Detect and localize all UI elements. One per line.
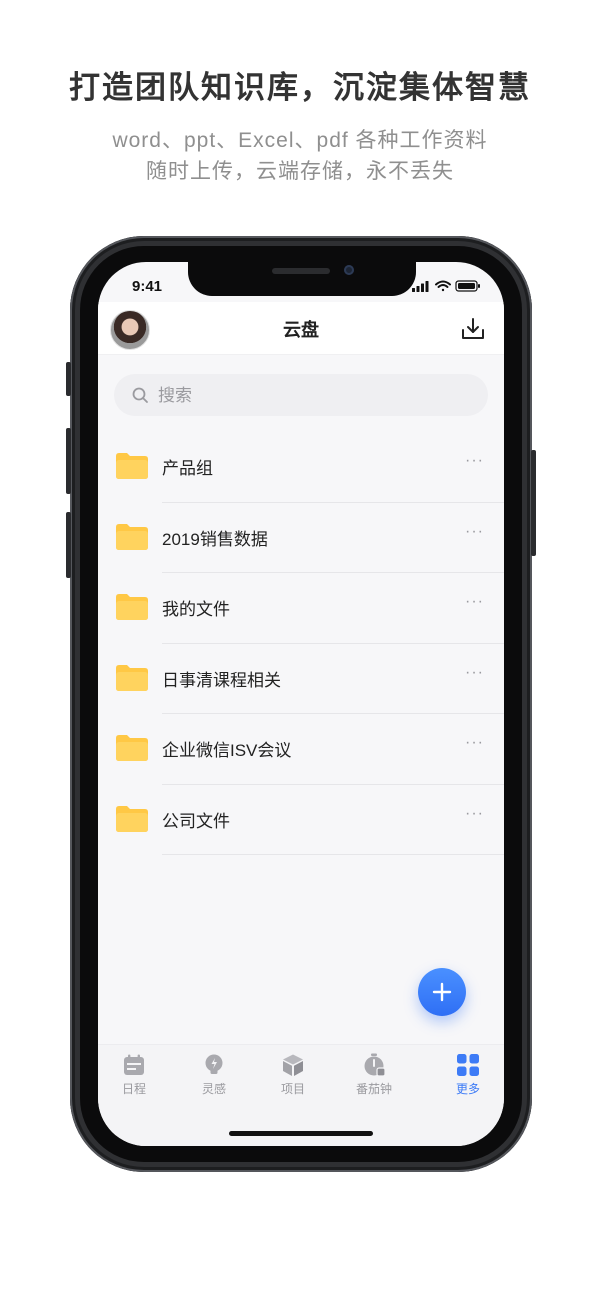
search-icon (132, 387, 148, 403)
download-icon[interactable] (460, 316, 486, 342)
list-item[interactable]: 2019销售数据 ··· (98, 503, 504, 573)
wifi-icon (435, 280, 451, 292)
promo-subline-2: 随时上传，云端存储，永不丢失 (146, 160, 454, 183)
folder-name: 企业微信ISV会议 (162, 741, 292, 760)
signal-icon (412, 281, 429, 292)
more-icon[interactable]: ··· (465, 805, 484, 823)
folder-icon (116, 805, 148, 832)
folder-name: 我的文件 (162, 600, 230, 619)
folder-icon (116, 664, 148, 691)
tab-label: 番茄钟 (355, 1082, 392, 1096)
phone-silent-switch (66, 362, 71, 396)
promo-subline-1: word、ppt、Excel、pdf 各种工作资料 (112, 129, 488, 152)
tab-inspiration[interactable]: 灵感 (179, 1053, 249, 1097)
divider (162, 854, 504, 855)
folder-name: 2019销售数据 (162, 529, 268, 549)
more-icon[interactable]: ··· (465, 523, 484, 541)
tab-schedule[interactable]: 日程 (99, 1053, 169, 1097)
tab-label: 日程 (121, 1082, 146, 1096)
tab-label: 灵感 (201, 1082, 226, 1096)
list-item[interactable]: 日事清课程相关 ··· (98, 644, 504, 714)
list-item[interactable]: 公司文件 ··· (98, 785, 504, 855)
tab-more[interactable]: 更多 (433, 1053, 503, 1097)
timer-icon (364, 1053, 386, 1077)
add-button[interactable] (418, 968, 466, 1016)
front-camera (344, 265, 354, 275)
more-icon[interactable]: ··· (465, 452, 484, 470)
folder-name: 日事清课程相关 (162, 670, 281, 690)
box-icon (283, 1054, 303, 1076)
list-item[interactable]: 企业微信ISV会议 ··· (98, 714, 504, 785)
folder-list: 产品组 ··· 2019销售数据 ··· 我的文件 ··· 日事清课程相关 ··… (98, 432, 504, 855)
folder-icon (116, 523, 148, 550)
tab-bar: 日程 灵感 项目 番茄钟 更多 (98, 1044, 504, 1146)
tab-label: 项目 (280, 1082, 305, 1096)
more-icon[interactable]: ··· (465, 664, 484, 682)
folder-name: 产品组 (162, 459, 213, 478)
promo-headline: 打造团队知识库，沉淀集体智慧 (69, 70, 531, 105)
tab-pomodoro[interactable]: 番茄钟 (339, 1053, 409, 1097)
grid-icon (457, 1054, 479, 1076)
home-indicator (229, 1131, 373, 1136)
phone-volume-up (66, 428, 71, 494)
plus-icon (432, 982, 452, 1002)
folder-icon (116, 735, 148, 761)
folder-icon (116, 594, 148, 620)
status-icons (412, 280, 480, 292)
battery-icon (455, 280, 480, 292)
speaker (272, 268, 330, 274)
more-icon[interactable]: ··· (465, 593, 484, 611)
status-time: 9:41 (132, 278, 163, 295)
list-item[interactable]: 产品组 ··· (98, 432, 504, 503)
calendar-icon (124, 1054, 144, 1075)
phone-screen: 9:41 云盘 搜索 产品组 ··· 2019销售数据 ··· 我的文件 ···… (98, 262, 504, 1146)
phone-volume-down (66, 512, 71, 578)
more-icon[interactable]: ··· (465, 734, 484, 752)
tab-project[interactable]: 项目 (258, 1053, 328, 1097)
page-title: 云盘 (283, 320, 319, 340)
search-input[interactable] (156, 374, 460, 418)
search-bar[interactable] (114, 374, 488, 418)
list-item[interactable]: 我的文件 ··· (98, 573, 504, 644)
folder-icon (116, 453, 148, 479)
app-header: 云盘 (98, 302, 504, 355)
lightbulb-icon (205, 1054, 223, 1074)
phone-power-button (531, 450, 536, 556)
folder-name: 公司文件 (162, 811, 230, 831)
notch (188, 262, 416, 296)
tab-label: 更多 (455, 1082, 480, 1096)
